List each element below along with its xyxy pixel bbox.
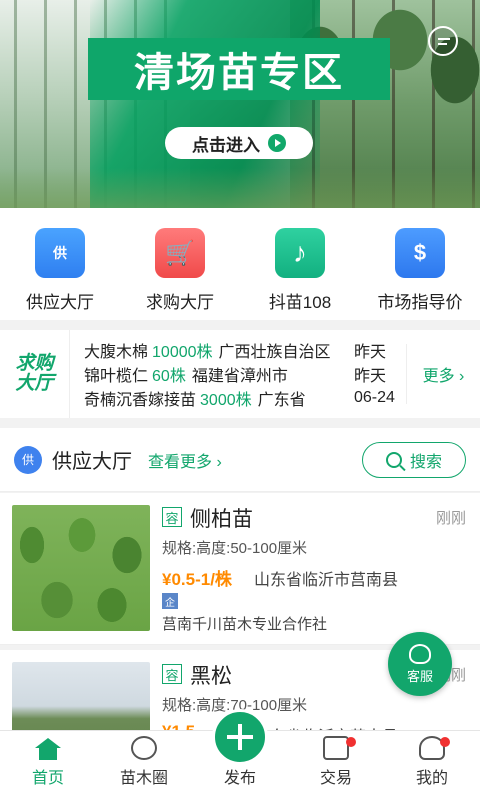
post-time: 刚刚: [435, 510, 466, 527]
seller-company: 莒南千川苗木专业合作社: [162, 616, 328, 633]
notification-dot: [346, 737, 356, 747]
tab-home[interactable]: 首页: [0, 731, 96, 800]
listing-card[interactable]: 容 侧柏苗 刚刚 规格:高度:50-100厘米 ¥0.5-1/株 山东省临沂市莒…: [0, 493, 480, 645]
search-icon: [385, 452, 402, 468]
product-name: 侧柏苗: [190, 508, 253, 531]
cart-icon-glyph: 🛒: [165, 239, 195, 267]
tab-seedling-circle[interactable]: 苗木圈: [96, 731, 192, 800]
logo-line2: 大厅: [15, 373, 54, 394]
shop-icon: [323, 736, 349, 760]
quick-nav: 供 供应大厅 🛒 求购大厅 ♪ 抖苗108 $ 市场指导价: [0, 208, 480, 320]
publish-button[interactable]: [212, 709, 268, 765]
quicknav-label: 抖苗108: [268, 293, 332, 312]
tab-mine[interactable]: 我的: [384, 731, 480, 800]
tiktok-icon: ♪: [275, 228, 325, 278]
ticker-rows: 大腹木棉 10000株 广西壮族自治区 昨天 锦叶榄仁 60株 福建省漳州市 昨…: [70, 338, 406, 410]
ticker-quantity: 60株: [152, 368, 186, 385]
purchase-ticker[interactable]: 求购 大厅 大腹木棉 10000株 广西壮族自治区 昨天 锦叶榄仁 60株 福建…: [0, 330, 480, 418]
banner-ground: [0, 168, 480, 208]
product-photo: [12, 505, 150, 631]
purchase-hall-logo: 求购 大厅: [0, 330, 70, 418]
ticker-location: 广西壮族自治区: [218, 344, 331, 361]
ticker-row[interactable]: 锦叶榄仁 60株 福建省漳州市 昨天: [84, 362, 406, 386]
product-price: ¥0.5-1/株: [162, 570, 232, 589]
ticker-location: 福建省漳州市: [191, 368, 288, 385]
supply-section-header: 供 供应大厅 查看更多 › 搜索: [0, 428, 480, 492]
view-more-link[interactable]: 查看更多 ›: [148, 448, 222, 472]
ticker-time: 昨天: [354, 368, 387, 385]
headset-icon: [409, 643, 431, 664]
promo-banner[interactable]: 清场苗专区 点击进入: [0, 0, 480, 208]
price-guide-icon-glyph: $: [413, 240, 427, 265]
cart-icon: 🛒: [155, 228, 205, 278]
customer-service-label: 客服: [406, 668, 433, 684]
banner-enter-button[interactable]: 点击进入: [165, 127, 313, 159]
enterprise-badge-icon: 企: [162, 593, 178, 609]
ticker-quantity: 3000株: [200, 392, 252, 409]
supply-shop-icon: 供: [35, 228, 85, 278]
quicknav-supply-hall[interactable]: 供 供应大厅: [0, 208, 120, 320]
container-tag: 容: [162, 507, 182, 527]
ticker-row[interactable]: 大腹木棉 10000株 广西壮族自治区 昨天: [84, 338, 406, 362]
tab-publish[interactable]: 发布: [192, 709, 288, 800]
quicknav-price-guide[interactable]: $ 市场指导价: [360, 208, 480, 320]
ticker-more-link[interactable]: 更多 ›: [406, 344, 480, 404]
search-button[interactable]: 搜索: [362, 442, 466, 478]
logo-line1: 求购: [15, 353, 54, 374]
tab-label: 我的: [415, 770, 448, 787]
product-spec: 规格:高度:50-100厘米: [162, 540, 308, 557]
quicknav-label: 求购大厅: [146, 293, 214, 312]
supply-shop-icon: 供: [14, 445, 42, 474]
tab-label: 发布: [223, 770, 256, 787]
product-location: 山东省临沂市莒南县: [254, 572, 399, 589]
supply-shop-icon-glyph: 供: [53, 245, 67, 261]
community-icon: [131, 736, 157, 760]
plus-icon: [227, 724, 253, 750]
customer-service-button[interactable]: 客服: [388, 632, 452, 696]
ticker-time: 06-24: [354, 389, 395, 406]
quicknav-purchase-hall[interactable]: 🛒 求购大厅: [120, 208, 240, 320]
container-tag: 容: [162, 664, 182, 684]
play-icon: [268, 134, 286, 152]
banner-title: 清场苗专区: [134, 51, 344, 95]
search-label: 搜索: [409, 454, 442, 471]
tab-trade[interactable]: 交易: [288, 731, 384, 800]
banner-title-box: 清场苗专区: [88, 38, 390, 100]
quicknav-label: 市场指导价: [377, 293, 463, 312]
ticker-row[interactable]: 奇楠沉香嫁接苗 3000株 广东省 06-24: [84, 386, 406, 410]
message-icon[interactable]: [428, 26, 458, 56]
ticker-product-name: 大腹木棉: [84, 344, 149, 361]
home-icon: [35, 738, 61, 764]
ticker-product-name: 锦叶榄仁: [84, 368, 149, 385]
tab-label: 首页: [31, 770, 64, 787]
tab-label: 交易: [319, 770, 352, 787]
price-guide-icon: $: [395, 228, 445, 278]
ticker-quantity: 10000株: [152, 344, 213, 361]
tab-label: 苗木圈: [119, 770, 168, 787]
product-name: 黑松: [190, 665, 232, 688]
tiktok-icon-glyph: ♪: [293, 237, 307, 268]
quicknav-label: 供应大厅: [26, 293, 94, 312]
ticker-location: 广东省: [257, 392, 306, 409]
section-title: 供应大厅: [52, 451, 132, 473]
ticker-product-name: 奇楠沉香嫁接苗: [84, 392, 197, 409]
quicknav-douyin[interactable]: ♪ 抖苗108: [240, 208, 360, 320]
ticker-time: 昨天: [354, 344, 387, 361]
banner-enter-label: 点击进入: [192, 135, 260, 155]
notification-dot: [440, 737, 450, 747]
app-screen: 清场苗专区 点击进入 供 供应大厅 🛒 求购大厅 ♪ 抖苗108 $ 市场指导价…: [0, 0, 480, 800]
bottom-nav: 首页 苗木圈 发布 交易 我的: [0, 709, 480, 800]
